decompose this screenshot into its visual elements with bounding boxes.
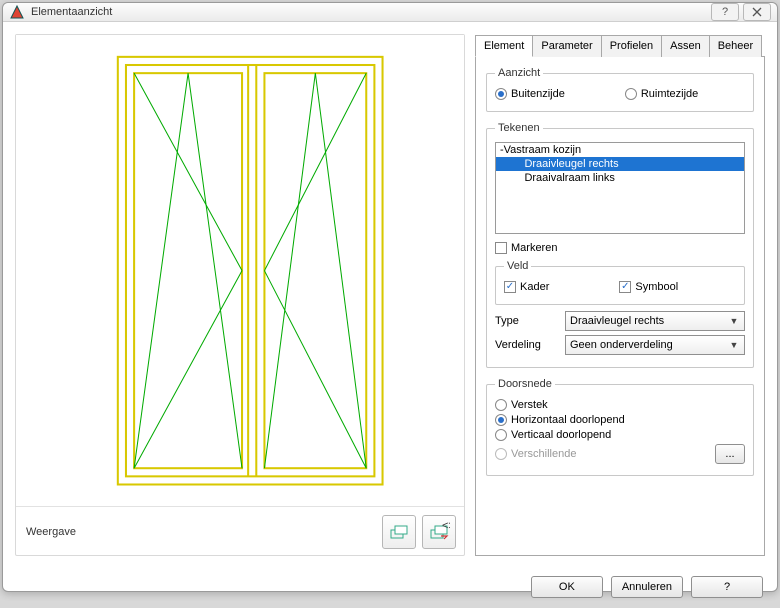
radio-ruimtezijde[interactable]: Ruimtezijde bbox=[625, 88, 698, 100]
doorsnede-group: Doorsnede Verstek Horizontaal doorlopend bbox=[486, 378, 754, 476]
radio-dot-icon bbox=[625, 88, 637, 100]
chevron-down-icon: ▼ bbox=[726, 314, 742, 328]
display-mode-button-2[interactable]: <> bbox=[422, 515, 456, 549]
tab-panel: Aanzicht Buitenzijde Ruimtezijde Tekene bbox=[475, 57, 765, 556]
preview-column: Weergave <> bbox=[15, 34, 465, 556]
checkbox-icon bbox=[619, 281, 631, 293]
list-item[interactable]: -Vastraam kozijn bbox=[496, 143, 744, 157]
titlebar: Elementaanzicht ? bbox=[3, 3, 777, 22]
checkbox-icon bbox=[504, 281, 516, 293]
tab-parameter[interactable]: Parameter bbox=[532, 35, 601, 57]
check-markeren[interactable]: Markeren bbox=[495, 242, 557, 254]
tekenen-listbox[interactable]: -Vastraam kozijn Draaivleugel rechts Dra… bbox=[495, 142, 745, 234]
display-mode-button-1[interactable] bbox=[382, 515, 416, 549]
svg-text:<>: <> bbox=[442, 521, 450, 532]
doorsnede-legend: Doorsnede bbox=[495, 378, 555, 390]
check-symbool-label: Symbool bbox=[635, 281, 678, 293]
tekenen-legend: Tekenen bbox=[495, 122, 543, 134]
content-area: Weergave <> Element Parameter Profielen … bbox=[3, 22, 777, 568]
verdeling-combo-value: Geen onderverdeling bbox=[570, 339, 673, 351]
check-markeren-label: Markeren bbox=[511, 242, 557, 254]
cancel-button[interactable]: Annuleren bbox=[611, 576, 683, 598]
element-preview-canvas bbox=[16, 35, 464, 506]
radio-dot-icon bbox=[495, 399, 507, 411]
list-item[interactable]: Draaivleugel rechts bbox=[496, 157, 744, 171]
tekenen-group: Tekenen -Vastraam kozijn Draaivleugel re… bbox=[486, 122, 754, 368]
check-kader[interactable]: Kader bbox=[504, 281, 549, 293]
list-item[interactable]: Draaivalraam links bbox=[496, 171, 744, 185]
radio-horizontaal[interactable]: Horizontaal doorlopend bbox=[495, 414, 625, 426]
radio-dot-icon bbox=[495, 414, 507, 426]
type-label: Type bbox=[495, 315, 565, 327]
veld-group: Veld Kader Symbool bbox=[495, 260, 745, 305]
type-combo-value: Draaivleugel rechts bbox=[570, 315, 664, 327]
settings-column: Element Parameter Profielen Assen Beheer… bbox=[475, 34, 765, 556]
doorsnede-more-button[interactable]: ... bbox=[715, 444, 745, 464]
radio-horizontaal-label: Horizontaal doorlopend bbox=[511, 414, 625, 426]
window-title: Elementaanzicht bbox=[31, 6, 707, 18]
tab-beheer[interactable]: Beheer bbox=[709, 35, 762, 57]
tab-profielen[interactable]: Profielen bbox=[601, 35, 662, 57]
radio-verstek[interactable]: Verstek bbox=[495, 399, 548, 411]
radio-verticaal[interactable]: Verticaal doorlopend bbox=[495, 429, 611, 441]
app-icon bbox=[9, 4, 25, 20]
aanzicht-group: Aanzicht Buitenzijde Ruimtezijde bbox=[486, 67, 754, 112]
check-symbool[interactable]: Symbool bbox=[619, 281, 678, 293]
tab-bar: Element Parameter Profielen Assen Beheer bbox=[475, 34, 765, 57]
radio-buitenzijde-label: Buitenzijde bbox=[511, 88, 565, 100]
help-titlebar-button[interactable]: ? bbox=[711, 3, 739, 21]
more-button-label: ... bbox=[725, 448, 734, 460]
radio-verschillende: Verschillende bbox=[495, 448, 576, 460]
tab-element[interactable]: Element bbox=[475, 35, 533, 57]
radio-verticaal-label: Verticaal doorlopend bbox=[511, 429, 611, 441]
verdeling-label: Verdeling bbox=[495, 339, 565, 351]
type-combo[interactable]: Draaivleugel rechts ▼ bbox=[565, 311, 745, 331]
radio-dot-icon bbox=[495, 448, 507, 460]
radio-verschillende-label: Verschillende bbox=[511, 448, 576, 460]
ok-button[interactable]: OK bbox=[531, 576, 603, 598]
checkbox-icon bbox=[495, 242, 507, 254]
aanzicht-legend: Aanzicht bbox=[495, 67, 543, 79]
verdeling-combo[interactable]: Geen onderverdeling ▼ bbox=[565, 335, 745, 355]
chevron-down-icon: ▼ bbox=[726, 338, 742, 352]
dialog-button-row: OK Annuleren ? bbox=[3, 568, 777, 608]
weergave-row: Weergave <> bbox=[16, 506, 464, 555]
check-kader-label: Kader bbox=[520, 281, 549, 293]
tab-assen[interactable]: Assen bbox=[661, 35, 710, 57]
radio-dot-icon bbox=[495, 88, 507, 100]
radio-ruimtezijde-label: Ruimtezijde bbox=[641, 88, 698, 100]
radio-verstek-label: Verstek bbox=[511, 399, 548, 411]
weergave-label: Weergave bbox=[26, 526, 376, 538]
help-button[interactable]: ? bbox=[691, 576, 763, 598]
veld-legend: Veld bbox=[504, 260, 531, 272]
dialog-window: Elementaanzicht ? bbox=[2, 2, 778, 592]
radio-dot-icon bbox=[495, 429, 507, 441]
radio-buitenzijde[interactable]: Buitenzijde bbox=[495, 88, 565, 100]
close-button[interactable] bbox=[743, 3, 771, 21]
